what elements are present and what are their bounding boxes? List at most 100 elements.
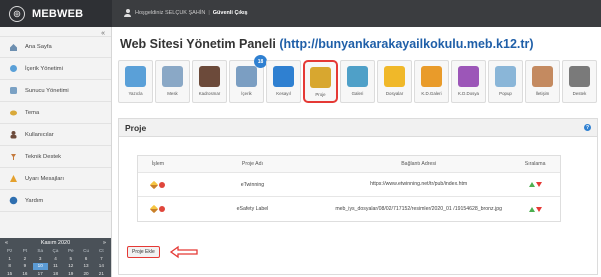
sidebar-item-sunucu-yonetimi[interactable]: Sunucu Yönetimi bbox=[0, 80, 111, 102]
toolbar-button-list[interactable]: Mesk bbox=[155, 60, 190, 103]
calendar-header: « Kasım 2020 » bbox=[0, 238, 111, 248]
move-up-icon[interactable] bbox=[528, 206, 535, 212]
edit-icon[interactable] bbox=[149, 204, 159, 214]
calendar-day[interactable]: 5 bbox=[63, 256, 78, 263]
calendar-prev-button[interactable]: « bbox=[5, 240, 8, 246]
toolbar-button-label: Dosyalar bbox=[385, 91, 404, 96]
row-sort bbox=[510, 182, 560, 187]
toolbar-button-label: Kadrosmar bbox=[198, 91, 221, 96]
help-icon[interactable]: ? bbox=[584, 124, 591, 131]
users-icon bbox=[9, 130, 18, 139]
calendar-day[interactable]: 18 bbox=[48, 271, 63, 277]
calendar-day[interactable]: 15 bbox=[2, 271, 17, 277]
toolbar-button-photo-gallery[interactable]: K.D.Galeri bbox=[414, 60, 449, 103]
sidebar-item-uyari-mesajlari[interactable]: Uyarı Mesajları bbox=[0, 168, 111, 190]
toolbar-button-label: Yazıcla bbox=[128, 91, 143, 96]
brand[interactable]: ◎ MEBWEB bbox=[0, 0, 112, 27]
calendar-day[interactable]: 21 bbox=[94, 271, 109, 277]
sidebar-item-kullanicilar[interactable]: Kullanıcılar bbox=[0, 124, 111, 146]
column-header-islem: İşlem bbox=[151, 161, 165, 167]
add-project-button[interactable]: Proje Ekle bbox=[127, 246, 160, 258]
toolbar-button-folder[interactable]: Dosyalar bbox=[377, 60, 412, 103]
welcome-separator: | bbox=[208, 10, 210, 16]
delete-icon[interactable] bbox=[158, 206, 165, 212]
move-down-icon[interactable] bbox=[535, 182, 542, 187]
move-up-icon[interactable] bbox=[528, 182, 535, 187]
project-link[interactable]: https://www.etwinning.net/tr/pub/index.h… bbox=[327, 181, 510, 188]
calendar-day-today[interactable]: 10 bbox=[32, 263, 48, 270]
calendar-day[interactable]: 8 bbox=[2, 263, 17, 270]
sidebar-item-yardim[interactable]: Yardım bbox=[0, 190, 111, 212]
module-toolbar: Yazıcla Mesk Kadrosmar İçerik 18 Kesayıl Proje… bbox=[118, 55, 597, 103]
content-icon bbox=[236, 66, 257, 87]
calendar-day[interactable]: 7 bbox=[94, 256, 109, 263]
toolbar-button-project[interactable]: Proje bbox=[303, 60, 338, 103]
calendar-day[interactable]: 16 bbox=[17, 271, 32, 277]
page-title: Web Sitesi Yönetim Paneli (http://bunyan… bbox=[120, 37, 534, 51]
brand-name: MEBWEB bbox=[32, 7, 84, 20]
toolbar-button-popup[interactable]: Popup bbox=[488, 60, 523, 103]
toolbar-button-doc-folder[interactable]: K.D.Dosya bbox=[451, 60, 486, 103]
edit-icon[interactable] bbox=[149, 180, 159, 189]
sidebar-item-label: Uyarı Mesajları bbox=[25, 175, 64, 182]
column-header-baglanti-adresi: Bağlantı Adresi bbox=[401, 160, 437, 167]
calendar-day[interactable]: 3 bbox=[33, 256, 48, 263]
toolbar-button-label: Mesk bbox=[167, 91, 178, 96]
calendar-day[interactable]: 17 bbox=[33, 271, 48, 277]
folder-icon bbox=[384, 66, 405, 87]
panel-title: Proje bbox=[125, 122, 147, 133]
delete-icon[interactable] bbox=[158, 181, 165, 188]
toolbar-button-label: Popup bbox=[499, 91, 512, 96]
toolbar-button-gallery[interactable]: Galeri bbox=[340, 60, 375, 103]
calendar-day[interactable]: 20 bbox=[78, 271, 93, 277]
toolbar-button-contact[interactable]: İletişim bbox=[525, 60, 560, 103]
sidebar-item-label: Tema bbox=[25, 109, 40, 116]
calendar-day[interactable]: 19 bbox=[63, 271, 78, 277]
logout-link[interactable]: Güvenli Çıkış bbox=[213, 10, 248, 16]
star-icon bbox=[273, 66, 294, 87]
calendar-day[interactable]: 11 bbox=[48, 263, 63, 270]
calendar-next-button[interactable]: » bbox=[103, 240, 106, 246]
calendar-day[interactable]: 2 bbox=[17, 256, 32, 263]
project-panel: Proje ? İşlem Proje Adı Bağlantı Adresi … bbox=[118, 118, 598, 275]
calendar-day[interactable]: 12 bbox=[63, 263, 78, 270]
sidebar-item-tema[interactable]: Tema bbox=[0, 102, 111, 124]
column-header-proje-adi: Proje Adı bbox=[241, 161, 263, 167]
calendar-day[interactable]: 4 bbox=[48, 256, 63, 263]
site-url-link[interactable]: (http://bunyankarakayailkokulu.meb.k12.t… bbox=[279, 37, 533, 51]
photo-gallery-icon bbox=[421, 66, 442, 87]
toolbar-button-label: Galeri bbox=[351, 91, 364, 96]
column-header-siralama: Sıralama bbox=[524, 161, 546, 167]
page-title-text: Web Sitesi Yönetim Paneli bbox=[120, 37, 276, 51]
calendar-day[interactable]: 14 bbox=[94, 263, 109, 270]
calendar-day[interactable]: 1 bbox=[2, 256, 17, 263]
toolbar-button-support-person[interactable]: Destek bbox=[562, 60, 597, 103]
calendar-dow: Pt bbox=[22, 248, 28, 253]
home-icon bbox=[9, 43, 18, 52]
sidebar-item-teknik-destek[interactable]: Teknik Destek bbox=[0, 146, 111, 168]
toolbar-button-label: Destek bbox=[572, 91, 587, 96]
calendar-dow: Pz bbox=[6, 248, 13, 253]
toolbar-button-label: İçerik bbox=[241, 91, 252, 96]
annotation-arrow-icon bbox=[169, 245, 198, 259]
project-name: eTwinning bbox=[240, 181, 265, 188]
toolbar-button-content[interactable]: İçerik 18 bbox=[229, 55, 267, 103]
calendar-day[interactable]: 13 bbox=[78, 263, 93, 270]
project-link[interactable]: meb_iys_dosyalar/08/02/717152/resimler/2… bbox=[327, 206, 510, 213]
calendar-day[interactable]: 6 bbox=[78, 256, 93, 263]
calendar-month: Kasım 2020 bbox=[40, 240, 71, 246]
toolbar-button-news[interactable]: Yazıcla bbox=[118, 60, 153, 103]
calendar-dow: Sa bbox=[37, 248, 44, 253]
toolbar-button-staff[interactable]: Kadrosmar bbox=[192, 60, 227, 103]
support-person-icon bbox=[569, 66, 590, 87]
staff-icon bbox=[199, 66, 220, 87]
calendar-day[interactable]: 9 bbox=[17, 263, 32, 270]
sidebar-item-icerik-yonetimi[interactable]: İçerik Yönetimi bbox=[0, 58, 111, 80]
toolbar-button-star[interactable]: Kesayıl bbox=[266, 60, 301, 103]
news-icon bbox=[125, 66, 146, 87]
project-name: eSafety Label bbox=[236, 206, 269, 212]
calendar-dow: Ça bbox=[52, 248, 59, 253]
sidebar-item-ana-sayfa[interactable]: Ana Sayfa bbox=[0, 36, 111, 58]
move-down-icon[interactable] bbox=[535, 206, 542, 212]
gallery-icon bbox=[347, 66, 368, 87]
